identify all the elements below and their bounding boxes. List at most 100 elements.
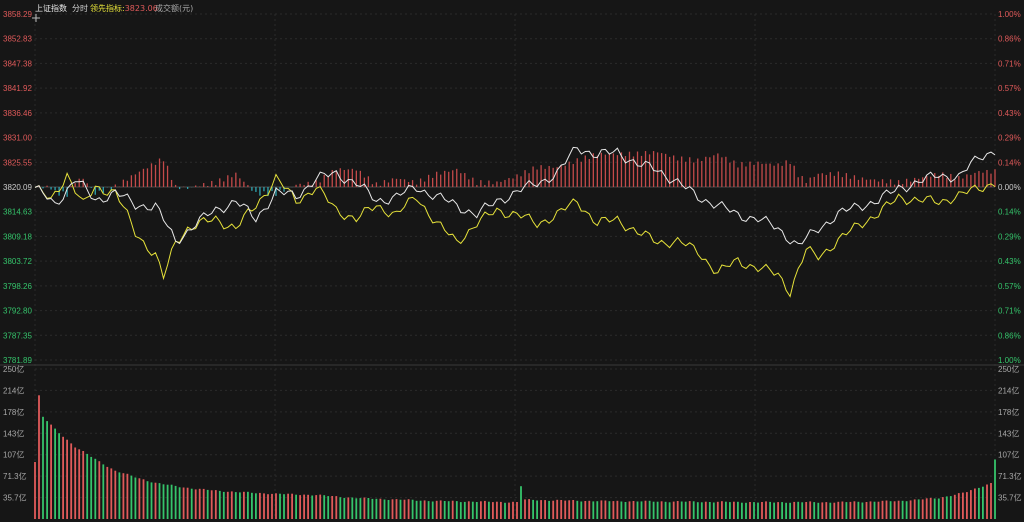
volume-bar [733, 501, 735, 519]
percent-tick-label: 0.71% [998, 59, 1021, 68]
volume-bar [78, 449, 81, 519]
volume-bar [986, 484, 988, 519]
volume-bar [881, 500, 884, 519]
volume-bar [423, 500, 426, 519]
volume-bar [475, 502, 478, 519]
volume-bar [190, 488, 193, 519]
volume-tick-label: 143亿 [3, 428, 24, 438]
volume-bar [749, 502, 751, 519]
volume-bar [492, 502, 494, 519]
volume-bar [725, 501, 727, 519]
volume-bar [580, 501, 583, 519]
volume-bar [247, 491, 249, 519]
volume-bar [62, 436, 64, 519]
volume-bar [355, 498, 358, 519]
volume-bar [218, 490, 221, 519]
volume-bar [620, 501, 623, 519]
volume-bar [680, 501, 683, 519]
lead-indicator-value: 3823.06 [124, 4, 158, 13]
volume-bar [957, 493, 960, 519]
volume-bar [307, 494, 309, 519]
volume-bar [708, 502, 711, 519]
volume-bar [925, 498, 928, 519]
price-tick-label: 3841.92 [3, 84, 32, 93]
volume-bar [383, 499, 386, 519]
volume-bar [427, 501, 430, 519]
volume-bar [58, 433, 60, 519]
volume-bar [504, 502, 506, 519]
volume-bar [415, 500, 418, 519]
volume-bar [327, 496, 330, 519]
volume-bar [311, 495, 314, 519]
percent-tick-label: 0.57% [998, 282, 1021, 291]
volume-bar [319, 494, 322, 519]
volume-bar [624, 502, 627, 519]
volume-bar [94, 458, 97, 519]
volume-bar [688, 501, 691, 519]
volume-bar [186, 487, 189, 519]
volume-bar [118, 472, 121, 519]
price-tick-label: 3787.35 [3, 331, 32, 340]
volume-bar [757, 502, 759, 519]
volume-bar [640, 501, 643, 519]
price-axis-left: 3858.29 3852.83 3847.38 3841.92 3836.46 3831.… [3, 10, 32, 365]
volume-bar [463, 501, 466, 519]
volume-bar [38, 395, 40, 519]
percent-tick-label: 0.86% [998, 35, 1021, 44]
timeshare-mode-tab[interactable]: 分时 [72, 3, 88, 14]
volume-bar [532, 499, 534, 519]
volume-bar [267, 494, 269, 519]
timeshare-chart[interactable]: 3858.29 3852.83 3847.38 3841.92 3836.46 3831.… [0, 0, 1024, 522]
volume-bar [785, 502, 787, 519]
volume-bar [929, 497, 932, 519]
lead-indicator-readout: 领先指标:3823.06 [90, 3, 158, 14]
volume-bar [809, 501, 812, 519]
volume-tick-label: 178亿 [3, 407, 24, 417]
price-tick-label: 3858.29 [3, 10, 32, 19]
volume-bar [632, 501, 635, 519]
volume-bar [540, 500, 542, 519]
volume-bar [222, 491, 225, 519]
percent-tick-label: 0.43% [998, 257, 1021, 266]
volume-bar [174, 485, 177, 519]
volume-bar [343, 497, 346, 519]
volume-bar [560, 500, 563, 519]
volume-bar [379, 498, 382, 519]
volume-tick-label: 250亿 [998, 364, 1019, 374]
volume-bar [536, 500, 538, 519]
volume-bar [656, 501, 659, 519]
volume-bar [544, 500, 546, 519]
volume-bar [745, 502, 747, 519]
volume-bar [114, 470, 117, 519]
volume-bar [556, 499, 559, 519]
volume-bar [592, 501, 595, 519]
volume-bar [974, 488, 976, 519]
volume-bar [170, 484, 173, 519]
volume-tick-label: 107亿 [3, 450, 24, 460]
price-tick-label: 3820.09 [3, 183, 32, 192]
price-tick-label: 3798.26 [3, 282, 32, 291]
volume-bar [435, 500, 438, 519]
percent-tick-label: 0.43% [998, 109, 1021, 118]
index-name-tab[interactable]: 上证指数 [35, 3, 67, 14]
volume-bar [825, 502, 828, 519]
volume-bar [134, 477, 137, 519]
volume-bar [648, 500, 651, 519]
volume-bar [299, 495, 301, 519]
volume-bar [198, 488, 201, 519]
volume-bar [893, 501, 896, 519]
percent-tick-label: 0.14% [998, 158, 1021, 167]
price-tick-label: 3852.83 [3, 35, 32, 44]
volume-bar [516, 502, 518, 519]
volume-bar [837, 501, 840, 519]
volume-bar [524, 499, 526, 519]
volume-tick-label: 250亿 [3, 364, 24, 374]
volume-bar [291, 493, 293, 519]
volume-bar [833, 502, 836, 519]
volume-bar [660, 501, 663, 519]
volume-bar [210, 490, 213, 519]
volume-bar [178, 487, 181, 519]
volume-bar [512, 501, 514, 519]
volume-bar [966, 492, 968, 519]
volume-bar [841, 501, 844, 519]
